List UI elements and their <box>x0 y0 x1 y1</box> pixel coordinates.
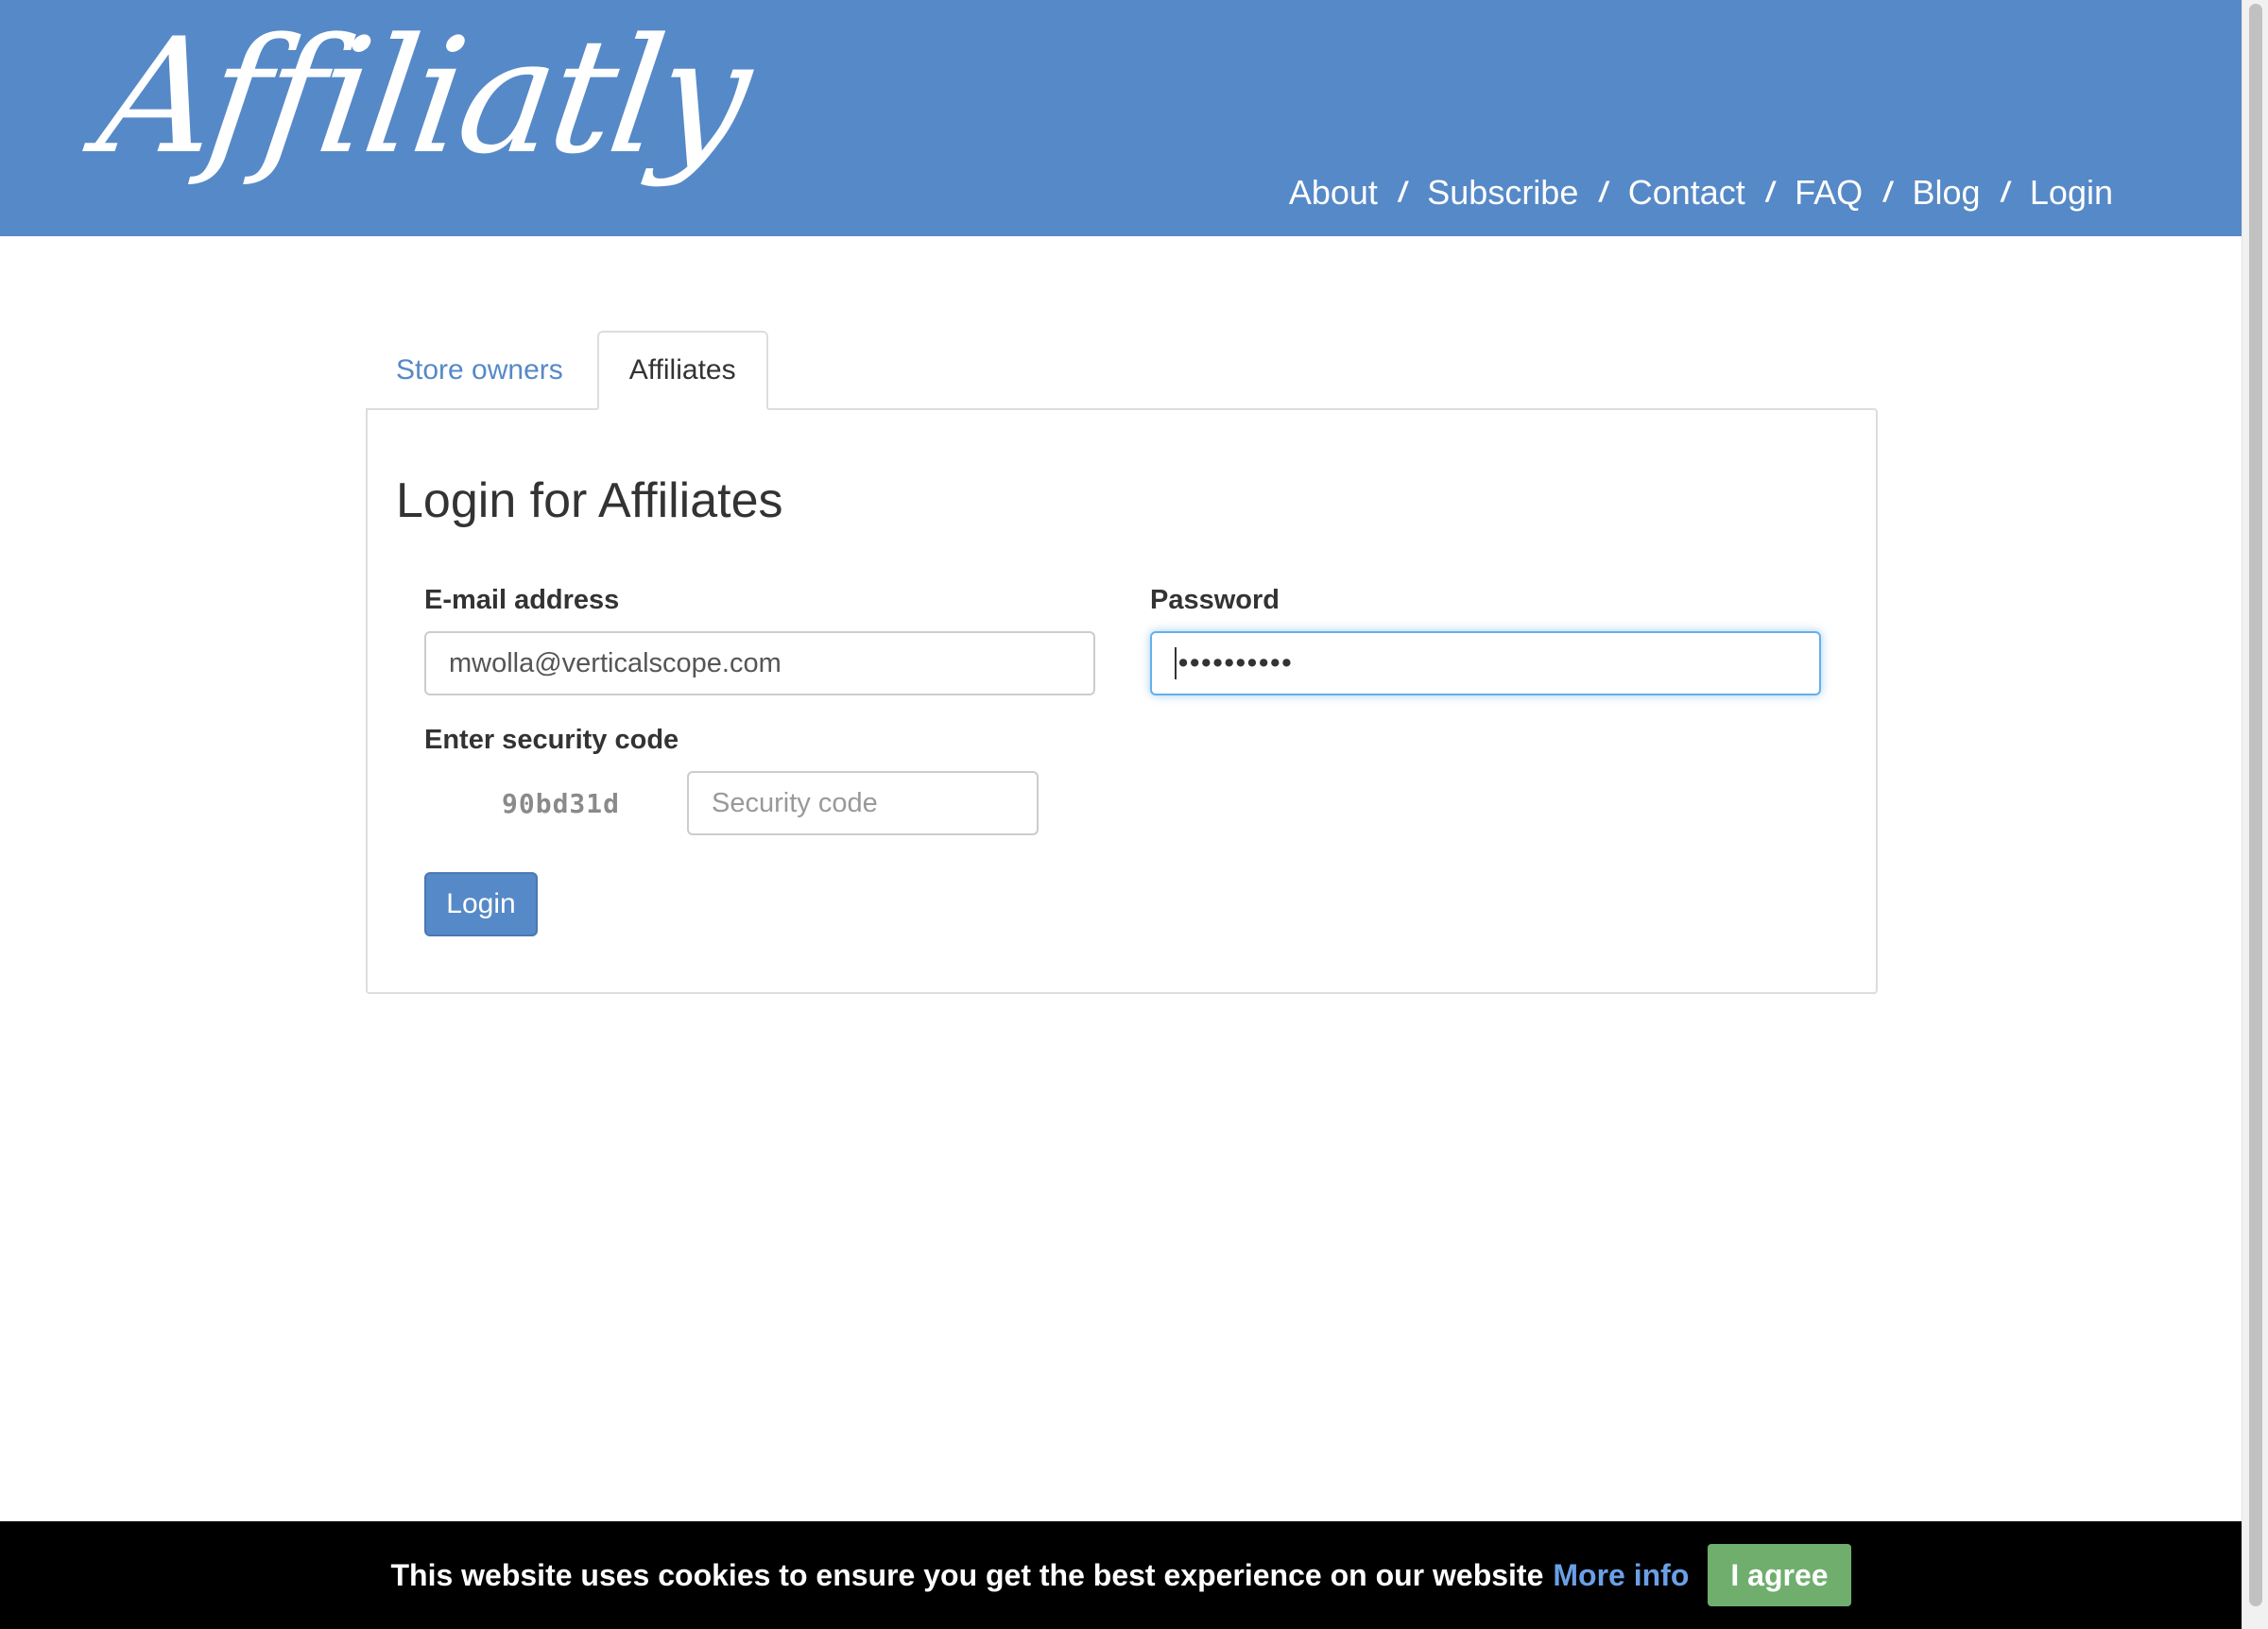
cookie-agree-button[interactable]: I agree <box>1708 1544 1851 1606</box>
password-mask: •••••••••• <box>1178 647 1294 678</box>
text-cursor <box>1175 647 1177 679</box>
tab-store-owners[interactable]: Store owners <box>366 331 593 410</box>
tab-affiliates[interactable]: Affiliates <box>596 331 768 410</box>
login-button[interactable]: Login <box>424 872 538 936</box>
security-code-placeholder: Security code <box>712 787 878 818</box>
nav-separator: / <box>1765 177 1775 208</box>
email-label: E-mail address <box>424 585 620 615</box>
cookie-message: This website uses cookies to ensure you … <box>390 1557 1544 1592</box>
nav-separator: / <box>1599 177 1607 208</box>
main-nav: About / Subscribe / Contact / FAQ / Blog… <box>1289 173 2113 213</box>
page-title: Login for Affiliates <box>396 473 783 528</box>
nav-contact-link[interactable]: Contact <box>1628 173 1745 213</box>
login-tabs: Store owners Affiliates <box>366 331 768 410</box>
nav-subscribe-link[interactable]: Subscribe <box>1427 173 1578 213</box>
email-value: mwolla@verticalscope.com <box>449 647 782 678</box>
cookie-banner: This website uses cookies to ensure you … <box>0 1521 2242 1629</box>
nav-faq-link[interactable]: FAQ <box>1795 173 1863 213</box>
affiliatly-logo[interactable]: Affiliatly <box>89 4 758 189</box>
security-code-image: 90bd31d <box>502 788 621 819</box>
nav-separator: / <box>1883 177 1892 208</box>
login-panel: Login for Affiliates E-mail address mwol… <box>366 408 1878 994</box>
scrollbar-thumb[interactable] <box>2249 4 2262 1606</box>
password-label: Password <box>1150 585 1280 615</box>
cookie-more-info-link[interactable]: More info <box>1553 1558 1689 1593</box>
nav-blog-link[interactable]: Blog <box>1913 173 1981 213</box>
page: Affiliatly About / Subscribe / Contact /… <box>0 0 2268 1629</box>
security-code-input[interactable]: Security code <box>687 771 1039 835</box>
password-field[interactable]: •••••••••• <box>1150 631 1821 695</box>
site-header: Affiliatly About / Subscribe / Contact /… <box>0 0 2242 236</box>
nav-login-link[interactable]: Login <box>2030 173 2113 213</box>
nav-separator: / <box>2001 177 2009 208</box>
security-code-label: Enter security code <box>424 725 679 755</box>
page-scrollbar[interactable] <box>2242 0 2268 1629</box>
email-field[interactable]: mwolla@verticalscope.com <box>424 631 1095 695</box>
nav-separator: / <box>1398 177 1407 208</box>
nav-about-link[interactable]: About <box>1289 173 1378 213</box>
